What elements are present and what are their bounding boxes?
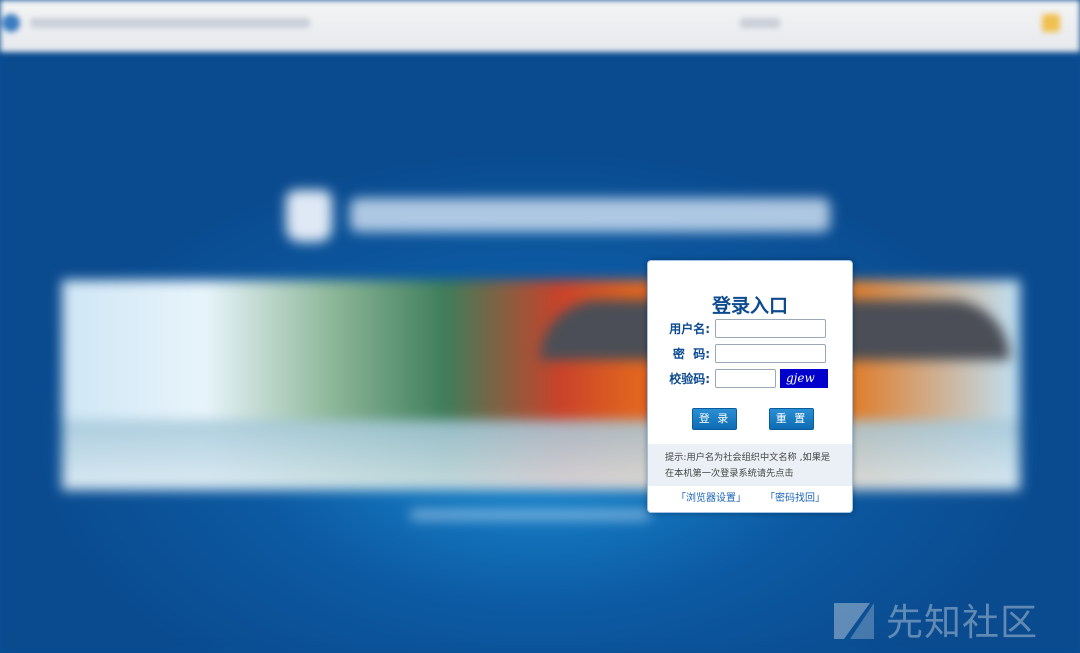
- address-bar[interactable]: [30, 18, 310, 28]
- login-button[interactable]: 登 录: [692, 408, 737, 430]
- password-row: 密 码:: [648, 344, 852, 364]
- banner-water-reflection: [62, 420, 1020, 490]
- login-title: 登录入口: [711, 295, 788, 317]
- footer-text-blurred: [410, 510, 650, 520]
- browser-settings-link[interactable]: 「浏览器设置」: [676, 490, 746, 508]
- site-logo: [286, 190, 332, 242]
- username-label: 用户名:: [669, 322, 710, 336]
- site-title-blurred: [350, 198, 830, 232]
- watermark: 先知社区: [830, 594, 1038, 644]
- captcha-row: 校验码: gjew: [648, 369, 852, 389]
- password-label: 密 码:: [672, 347, 710, 361]
- browser-toolbar: [0, 0, 1080, 52]
- password-input[interactable]: [715, 344, 826, 363]
- captcha-label: 校验码:: [669, 372, 710, 386]
- watermark-text: 先知社区: [886, 601, 1038, 644]
- captcha-input[interactable]: [715, 369, 776, 388]
- login-links: 「浏览器设置」 「密码找回」: [648, 490, 852, 508]
- tip-text: 提示:用户名为社会组织中文名称 ,如果是在本机第一次登录系统请先点击: [665, 452, 831, 479]
- login-panel: 登录入口 用户名: 密 码: 校验码: gjew 登 录 重 置 提示:用户名为…: [647, 260, 853, 513]
- username-row: 用户名:: [648, 319, 852, 339]
- username-input[interactable]: [715, 319, 826, 338]
- captcha-image[interactable]: gjew: [780, 369, 828, 388]
- browser-extension-icon[interactable]: [1042, 14, 1060, 32]
- password-recovery-link[interactable]: 「密码找回」: [765, 490, 825, 508]
- browser-favicon-icon: [2, 14, 20, 32]
- reset-button[interactable]: 重 置: [769, 408, 814, 430]
- watermark-logo-icon: [834, 603, 874, 639]
- blurred-page-background: [0, 0, 1080, 653]
- toolbar-item[interactable]: [740, 18, 780, 28]
